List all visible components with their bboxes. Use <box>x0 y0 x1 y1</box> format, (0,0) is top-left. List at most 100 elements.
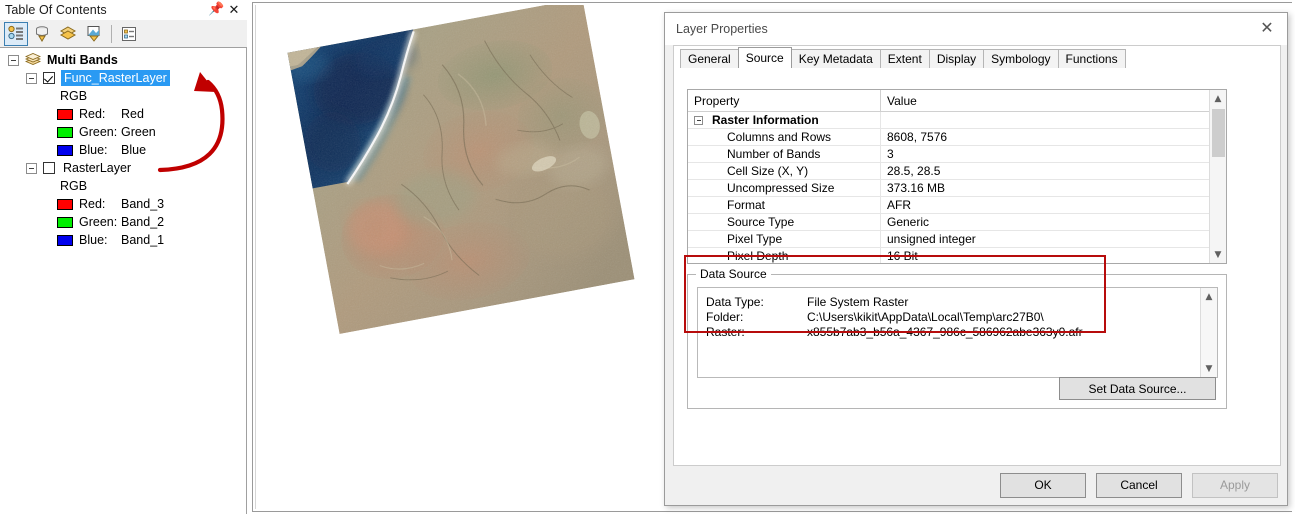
property-name: Pixel Depth <box>727 248 789 263</box>
band-channel-label: Blue: <box>79 143 108 157</box>
tab-source[interactable]: Source <box>737 47 792 68</box>
property-name: Uncompressed Size <box>727 180 835 195</box>
toc-renderer-label-row: RGB <box>0 177 246 195</box>
tab-key-metadata[interactable]: Key Metadata <box>790 49 881 68</box>
property-value: 3 <box>887 146 894 161</box>
toc-layer-row-rasterlayer[interactable]: RasterLayer <box>0 159 246 177</box>
layer-properties-dialog: Layer Properties ✕ General Source Key Me… <box>664 12 1288 506</box>
property-grid-header: Property Value <box>688 90 1226 112</box>
property-row-number-of-bands: Number of Bands 3 <box>688 145 1226 163</box>
close-icon[interactable]: ✕ <box>227 3 241 17</box>
apply-button: Apply <box>1192 472 1278 498</box>
layer-visibility-checkbox[interactable] <box>43 72 55 84</box>
layers-stack-icon <box>24 53 42 67</box>
band-color-swatch-red <box>57 198 73 210</box>
group-expander-icon[interactable] <box>8 54 19 66</box>
toc-panel-title: Table Of Contents <box>5 3 107 17</box>
property-row-cell-size: Cell Size (X, Y) 28.5, 28.5 <box>688 162 1226 180</box>
property-value: 16 Bit <box>887 248 918 263</box>
toc-band-row: Red: Band_3 <box>0 195 246 213</box>
data-source-scrollbar[interactable]: ▲ ▼ <box>1200 288 1217 377</box>
dialog-titlebar: Layer Properties ✕ <box>665 13 1287 45</box>
data-source-value: File System Raster <box>807 295 909 309</box>
property-value: unsigned integer <box>887 231 976 246</box>
renderer-label: RGB <box>60 89 88 103</box>
toc-renderer-label-row: RGB <box>0 87 246 105</box>
scroll-up-icon[interactable]: ▲ <box>1201 288 1217 305</box>
property-value: AFR <box>887 197 911 212</box>
scrollbar-thumb[interactable] <box>1212 109 1225 157</box>
ok-button[interactable]: OK <box>1000 472 1086 498</box>
data-source-key: Raster: <box>706 325 745 339</box>
toc-layer-tree[interactable]: Multi Bands Func_RasterLayer RGB Red: Re… <box>0 48 246 514</box>
layer-expander-icon[interactable] <box>26 162 37 174</box>
group-collapse-icon[interactable] <box>694 115 703 125</box>
data-source-line-raster: Raster: x855b7ab3_b56a_4367_986c_586962a… <box>698 325 1217 340</box>
layer-expander-icon[interactable] <box>26 72 37 84</box>
band-value-label: Band_2 <box>121 215 165 229</box>
scroll-down-icon[interactable]: ▼ <box>1210 246 1226 263</box>
property-name: Columns and Rows <box>727 129 832 144</box>
dialog-footer: OK Cancel Apply <box>665 465 1287 505</box>
data-source-key: Data Type: <box>706 295 764 309</box>
toc-group-label: Multi Bands <box>47 53 118 67</box>
dialog-tabstrip: General Source Key Metadata Extent Displ… <box>674 46 1280 68</box>
property-name: Number of Bands <box>727 146 821 161</box>
tab-symbology[interactable]: Symbology <box>983 49 1059 68</box>
scroll-down-icon[interactable]: ▼ <box>1201 360 1217 377</box>
list-by-source-icon[interactable] <box>30 22 54 46</box>
toc-layer-label[interactable]: RasterLayer <box>63 161 131 175</box>
raster-property-grid[interactable]: Property Value Raster Information Column… <box>687 89 1227 264</box>
list-by-selection-icon[interactable] <box>82 22 106 46</box>
property-grid-scrollbar[interactable]: ▲ ▼ <box>1209 90 1226 263</box>
toc-titlebar: Table Of Contents 📌 ✕ <box>0 0 247 20</box>
band-color-swatch-green <box>57 216 73 228</box>
band-channel-label: Red: <box>79 197 106 211</box>
band-color-swatch-blue <box>57 144 73 156</box>
list-by-visibility-icon[interactable] <box>56 22 80 46</box>
options-icon[interactable] <box>117 22 141 46</box>
band-value-label: Red <box>121 107 144 121</box>
toc-band-row: Blue: Band_1 <box>0 231 246 249</box>
tab-functions[interactable]: Functions <box>1057 49 1126 68</box>
data-source-line-data-type: Data Type: File System Raster <box>698 295 1217 310</box>
property-row-pixel-type: Pixel Type unsigned integer <box>688 230 1226 248</box>
band-color-swatch-red <box>57 108 73 120</box>
property-name: Cell Size (X, Y) <box>727 163 809 178</box>
band-value-label: Blue <box>121 143 147 157</box>
band-value-label: Green <box>121 125 156 139</box>
property-value: Generic <box>887 214 930 229</box>
data-source-textbox[interactable]: Data Type: File System Raster Folder: C:… <box>697 287 1218 378</box>
property-row-pixel-depth: Pixel Depth 16 Bit <box>688 247 1226 263</box>
property-value: 373.16 MB <box>887 180 946 195</box>
property-row-uncompressed-size: Uncompressed Size 373.16 MB <box>688 179 1226 197</box>
table-of-contents-panel: Table Of Contents 📌 ✕ Multi Bands Func_R… <box>0 0 247 514</box>
set-data-source-button[interactable]: Set Data Source... <box>1059 377 1216 400</box>
property-row-format: Format AFR <box>688 196 1226 214</box>
column-header-property: Property <box>688 90 881 112</box>
tab-display[interactable]: Display <box>928 49 985 68</box>
band-channel-label: Blue: <box>79 233 108 247</box>
property-group-raster-information[interactable]: Raster Information <box>688 111 1226 129</box>
band-value-label: Band_1 <box>121 233 165 247</box>
property-name: Format <box>727 197 766 212</box>
property-value: 8608, 7576 <box>887 129 948 144</box>
toc-group-multi-bands[interactable]: Multi Bands <box>0 51 246 69</box>
toolbar-divider <box>111 24 112 43</box>
list-by-drawing-order-icon[interactable] <box>4 21 28 46</box>
property-name: Source Type <box>727 214 795 229</box>
layer-visibility-checkbox[interactable] <box>43 162 55 174</box>
property-name: Pixel Type <box>727 231 783 246</box>
toc-layer-row-func-rasterlayer[interactable]: Func_RasterLayer <box>0 69 246 87</box>
band-color-swatch-blue <box>57 234 73 246</box>
toc-band-row: Green: Green <box>0 123 246 141</box>
cancel-button[interactable]: Cancel <box>1096 472 1182 498</box>
pin-icon[interactable]: 📌 <box>208 3 224 17</box>
toc-layer-label[interactable]: Func_RasterLayer <box>61 70 170 86</box>
satellite-raster-image <box>287 5 635 334</box>
column-header-value: Value <box>887 93 917 108</box>
tab-general[interactable]: General <box>680 49 739 68</box>
scroll-up-icon[interactable]: ▲ <box>1210 90 1226 107</box>
tab-extent[interactable]: Extent <box>879 49 930 68</box>
close-icon[interactable]: ✕ <box>1257 19 1277 39</box>
